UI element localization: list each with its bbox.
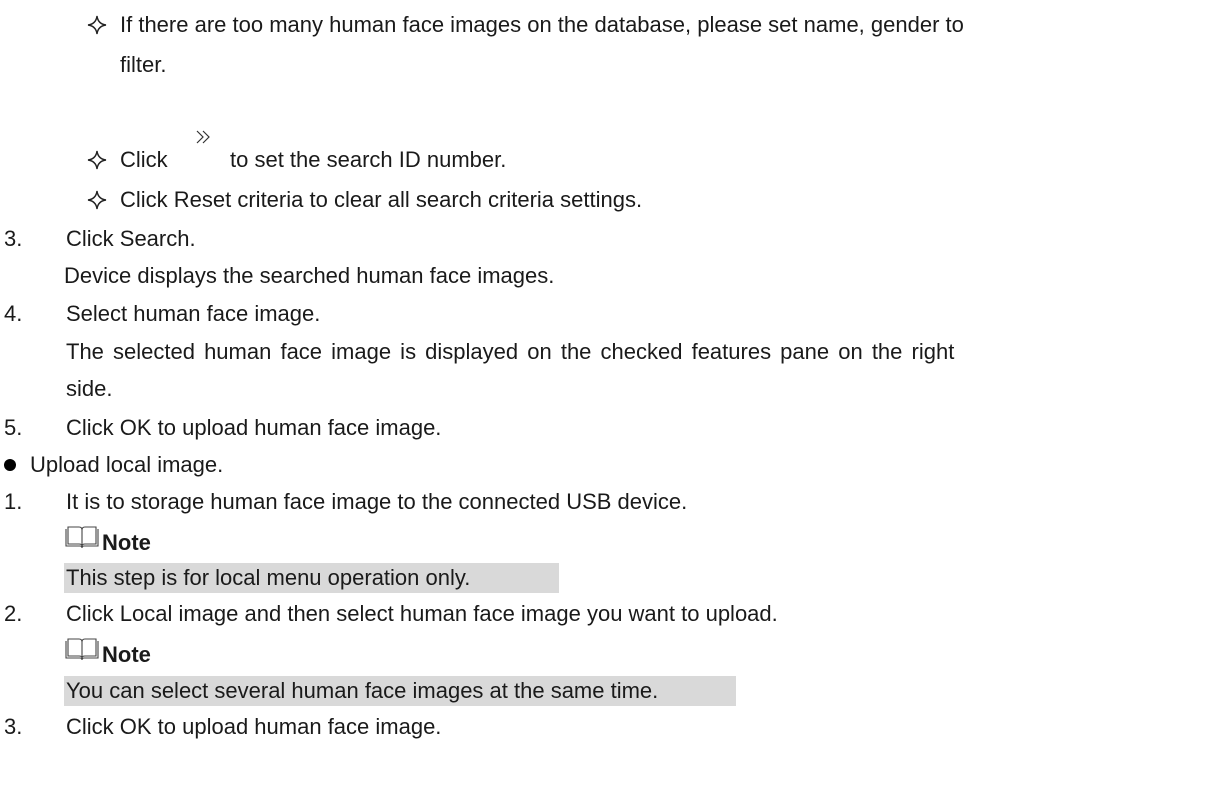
step-text: Click Search. bbox=[66, 226, 196, 251]
step-text: It is to storage human face image to the… bbox=[66, 489, 688, 514]
sub-item-filter-line1: If there are too many human face images … bbox=[120, 12, 964, 37]
step-number: 4. bbox=[4, 301, 23, 326]
step-text: Select human face image. bbox=[66, 301, 321, 326]
diamond-bullet-icon bbox=[86, 186, 108, 214]
step-description-line2: side. bbox=[66, 376, 113, 401]
step-text: Click Local image and then select human … bbox=[66, 601, 778, 626]
note-label: Note bbox=[102, 642, 151, 667]
double-chevron-right-icon bbox=[195, 126, 213, 144]
sub-item-reset: Click Reset criteria to clear all search… bbox=[120, 187, 643, 212]
step-number: 3. bbox=[4, 714, 23, 739]
note-text: This step is for local menu operation on… bbox=[64, 563, 559, 593]
step-description: Device displays the searched human face … bbox=[64, 263, 555, 288]
sub-item-click-before: Click bbox=[120, 147, 168, 172]
step-number: 3. bbox=[4, 226, 23, 251]
open-book-icon bbox=[64, 636, 100, 662]
step-number: 1. bbox=[4, 489, 23, 514]
sub-item-click-after: to set the search ID number. bbox=[230, 147, 507, 172]
note-text: You can select several human face images… bbox=[64, 676, 736, 706]
step-number: 5. bbox=[4, 415, 23, 440]
open-book-icon bbox=[64, 524, 100, 550]
step-text: Click OK to upload human face image. bbox=[66, 415, 442, 440]
bullet-dot bbox=[4, 459, 16, 471]
step-number: 2. bbox=[4, 601, 23, 626]
sub-item-filter-line2: filter. bbox=[120, 52, 167, 77]
diamond-bullet-icon bbox=[86, 11, 108, 39]
step-description-line1: The selected human face image is display… bbox=[66, 339, 955, 364]
step-text: Click OK to upload human face image. bbox=[66, 714, 442, 739]
bullet-text: Upload local image. bbox=[30, 452, 224, 477]
diamond-bullet-icon bbox=[86, 146, 108, 174]
note-label: Note bbox=[102, 530, 151, 555]
